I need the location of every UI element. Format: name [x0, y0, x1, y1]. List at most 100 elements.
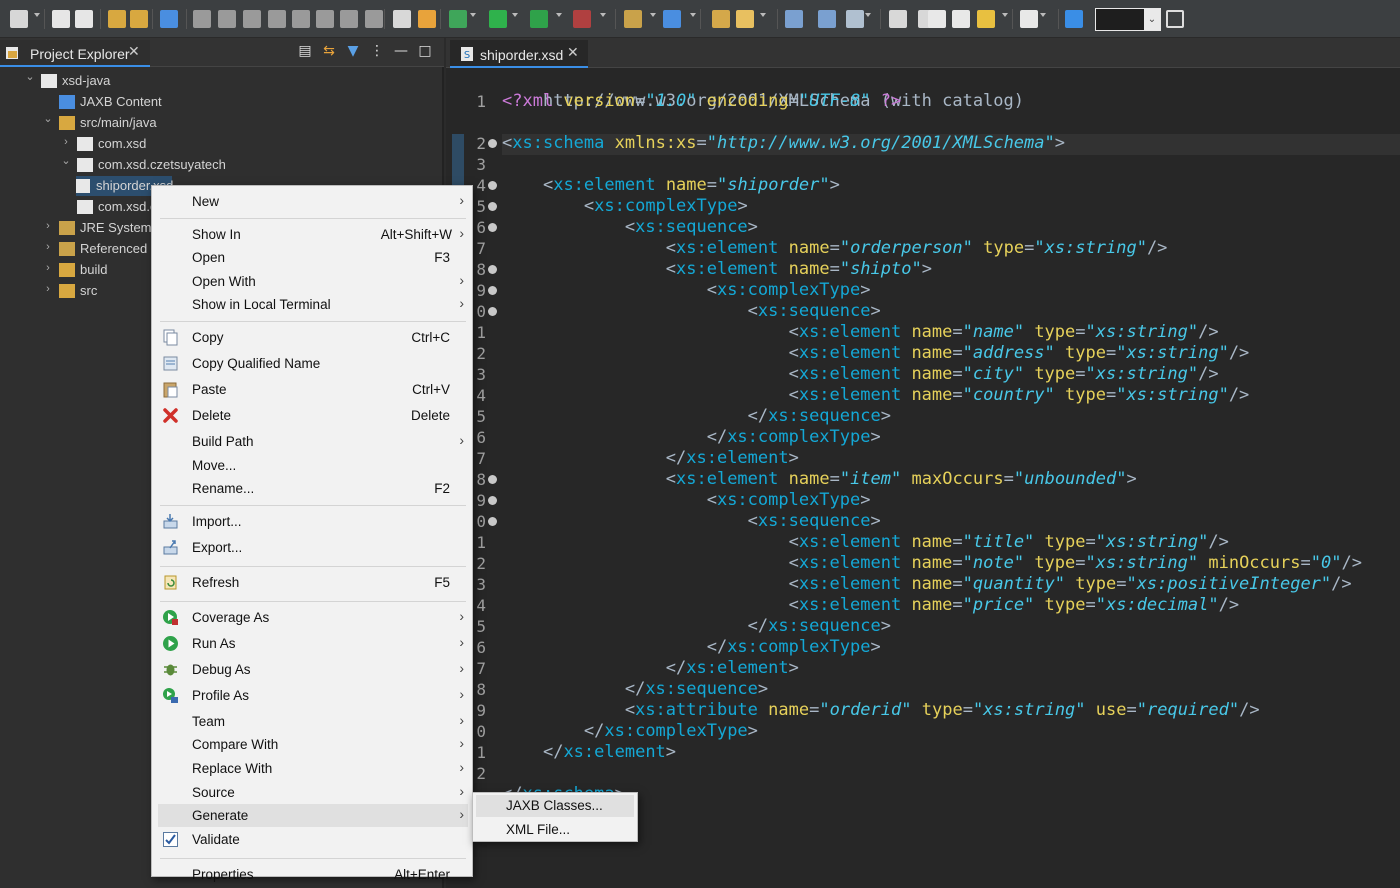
chevron-right-icon[interactable]: › — [42, 262, 54, 274]
close-icon[interactable]: ✕ — [567, 45, 579, 61]
disconnect-icon[interactable] — [292, 10, 310, 28]
chevron-right-icon[interactable]: › — [42, 220, 54, 232]
terminate-icon[interactable] — [268, 10, 286, 28]
menu-item-move[interactable]: Move... — [158, 454, 468, 477]
new-server-icon[interactable] — [846, 10, 864, 28]
camera-icon[interactable] — [1166, 10, 1184, 28]
chevron-down-icon[interactable] — [1040, 13, 1046, 17]
next-icon[interactable] — [1020, 10, 1038, 28]
resume-icon[interactable] — [218, 10, 236, 28]
fold-toggle-icon[interactable] — [488, 181, 497, 190]
new-package-icon[interactable] — [663, 10, 681, 28]
menu-item-generate[interactable]: Generate › — [158, 804, 468, 828]
chevron-down-icon[interactable] — [600, 13, 606, 17]
menu-item-paste[interactable]: Paste Ctrl+V — [158, 378, 468, 401]
external-tools-icon[interactable] — [573, 10, 591, 28]
chevron-down-icon[interactable]: ⌄ — [42, 112, 54, 125]
fold-toggle-icon[interactable] — [488, 517, 497, 526]
fold-toggle-icon[interactable] — [488, 286, 497, 295]
chevron-down-icon[interactable]: ⌄ — [24, 70, 36, 83]
close-icon[interactable]: ✕ — [128, 44, 140, 60]
chevron-right-icon[interactable]: › — [42, 283, 54, 295]
menu-item-open-with[interactable]: Open With › — [158, 270, 468, 293]
menu-item-team[interactable]: Team › — [158, 710, 468, 733]
tab-shiporder-xsd[interactable]: S shiporder.xsd ✕ — [450, 40, 588, 68]
use-step-filters-icon[interactable] — [418, 10, 436, 28]
menu-item-replace-with[interactable]: Replace With › — [158, 757, 468, 780]
view-menu-icon[interactable]: ⋮ — [368, 43, 386, 61]
chevron-down-icon[interactable] — [512, 13, 518, 17]
import-icon[interactable] — [889, 10, 907, 28]
fold-toggle-icon[interactable] — [488, 475, 497, 484]
step-into-icon[interactable] — [316, 10, 334, 28]
submenu-item-xml-file[interactable]: XML File... — [476, 819, 634, 841]
web-browser-icon[interactable] — [818, 10, 836, 28]
open-perspective-icon[interactable] — [1065, 10, 1083, 28]
menu-item-delete[interactable]: Delete Delete — [158, 404, 468, 427]
fold-toggle-icon[interactable] — [488, 139, 497, 148]
coverage-icon[interactable] — [530, 10, 548, 28]
menu-item-properties[interactable]: Properties Alt+Enter — [158, 863, 468, 886]
new-icon[interactable] — [10, 10, 28, 28]
last-edit-icon[interactable] — [977, 10, 995, 28]
build-icon[interactable] — [108, 10, 126, 28]
chevron-down-icon[interactable] — [690, 13, 696, 17]
menu-item-copy[interactable]: Copy Ctrl+C — [158, 326, 468, 349]
forward-icon[interactable] — [952, 10, 970, 28]
menu-item-compare-with[interactable]: Compare With › — [158, 733, 468, 756]
tree-item-build[interactable]: › build — [0, 260, 150, 280]
chevron-down-icon[interactable] — [470, 13, 476, 17]
fold-toggle-icon[interactable] — [488, 223, 497, 232]
tree-item-referenced-libra[interactable]: › Referenced Libra — [0, 239, 180, 259]
tree-item-jre-system-libra[interactable]: › JRE System Libra — [0, 218, 184, 238]
run-icon[interactable] — [489, 10, 507, 28]
chevron-right-icon[interactable]: › — [42, 241, 54, 253]
collapse-all-icon[interactable]: ▤ — [296, 43, 314, 61]
menu-item-build-path[interactable]: Build Path › — [158, 430, 468, 453]
menu-item-import[interactable]: Import... — [158, 510, 468, 533]
menu-item-rename[interactable]: Rename... F2 — [158, 477, 468, 500]
chevron-down-icon[interactable] — [1002, 13, 1008, 17]
filter-icon[interactable]: ▼ — [344, 43, 362, 61]
chevron-down-icon[interactable]: ⌄ — [60, 154, 72, 167]
menu-item-coverage-as[interactable]: Coverage As › — [158, 606, 468, 629]
chevron-down-icon[interactable] — [865, 13, 871, 17]
tree-item-com-xsd-outp[interactable]: com.xsd.outp — [0, 197, 175, 217]
menu-item-validate[interactable]: Validate — [158, 828, 468, 851]
menu-item-new[interactable]: New › — [158, 190, 468, 213]
open-console-icon[interactable] — [393, 10, 411, 28]
fold-toggle-icon[interactable] — [488, 265, 497, 274]
menu-item-open[interactable]: Open F3 — [158, 246, 468, 269]
step-return-icon[interactable] — [365, 10, 383, 28]
link-with-editor-icon[interactable]: ⇆ — [320, 43, 338, 61]
tab-project-explorer[interactable]: Project Explorer ✕ — [0, 40, 150, 67]
menu-item-run-as[interactable]: Run As › — [158, 632, 468, 655]
minimize-icon[interactable]: — — [392, 43, 410, 61]
menu-item-refresh[interactable]: Refresh F5 — [158, 571, 468, 594]
tree-item-src-main-java[interactable]: ⌄ src/main/java — [0, 112, 157, 133]
skip-breakpoints-icon[interactable] — [193, 10, 211, 28]
open-type-icon[interactable] — [712, 10, 730, 28]
search-icon[interactable] — [736, 10, 754, 28]
chevron-down-icon[interactable]: ⌄ — [1144, 9, 1160, 30]
submenu-item-jaxb-classes[interactable]: JAXB Classes... — [476, 795, 634, 817]
toggle-block-icon[interactable] — [160, 10, 178, 28]
build-all-icon[interactable] — [130, 10, 148, 28]
menu-item-show-in-local-terminal[interactable]: Show in Local Terminal › — [158, 293, 468, 316]
chevron-right-icon[interactable]: › — [60, 136, 72, 148]
debug-icon[interactable] — [449, 10, 467, 28]
menu-item-export[interactable]: Export... — [158, 536, 468, 559]
tree-item-com-xsd[interactable]: › com.xsd — [0, 134, 150, 154]
maximize-icon[interactable]: □ — [416, 43, 434, 61]
chevron-down-icon[interactable] — [650, 13, 656, 17]
toolbar-combo[interactable]: ⌄ — [1095, 8, 1161, 31]
step-over-icon[interactable] — [340, 10, 358, 28]
menu-item-debug-as[interactable]: Debug As › — [158, 658, 468, 681]
fold-toggle-icon[interactable] — [488, 202, 497, 211]
chevron-down-icon[interactable] — [760, 13, 766, 17]
menu-item-show-in[interactable]: Show In Alt+Shift+W › — [158, 223, 468, 246]
menu-item-source[interactable]: Source › — [158, 781, 468, 804]
save-icon[interactable] — [52, 10, 70, 28]
fold-toggle-icon[interactable] — [488, 307, 497, 316]
tree-item-com-xsd-czetsuyatech[interactable]: ⌄ com.xsd.czetsuyatech — [0, 154, 226, 175]
